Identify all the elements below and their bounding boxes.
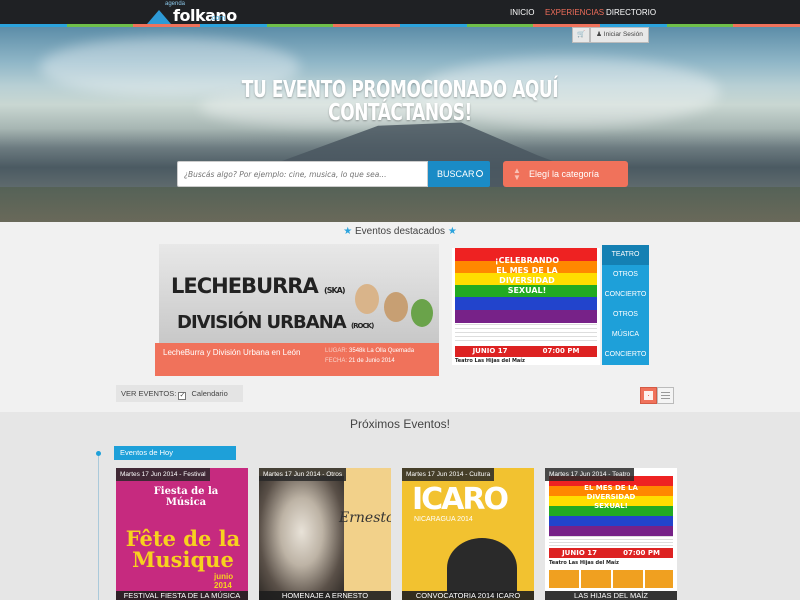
list-view-toggle[interactable] (657, 387, 674, 404)
hero-title-line2: CONTÁCTANOS! (328, 100, 472, 126)
card-name: HOMENAJE A ERNESTO (259, 591, 391, 600)
side-poster-title: ¡CELEBRANDO EL MES DE LA DIVERSIDAD SEXU… (494, 256, 560, 295)
card-name: LAS HIJAS DEL MAÍZ (545, 591, 677, 600)
place-label: LUGAR: (325, 348, 348, 354)
featured-heading: ★ Eventos destacados ★ (0, 226, 800, 237)
calendar-checkbox[interactable]: ✓ (178, 392, 187, 400)
top-navigation-bar (0, 0, 800, 24)
card-date: Martes 17 Jun 2014 - Otros (259, 468, 347, 481)
today-events-tab[interactable]: Eventos de Hoy (114, 446, 236, 460)
logo-prefix: agenda (165, 1, 186, 7)
view-events-bar: VER EVENTOS: ✓ Calendario (116, 385, 243, 402)
card-poster-sub: junio 2014 (214, 572, 234, 590)
volcano-logo-icon (147, 8, 171, 24)
tag-otros[interactable]: OTROS (602, 305, 649, 325)
card-date: Martes 17 Jun 2014 - Cultura (402, 468, 495, 481)
category-button-label: Elegí la categoría (529, 169, 600, 179)
grid-view-toggle[interactable] (640, 387, 657, 404)
event-card[interactable]: EL MES DE LA DIVERSIDAD SEXUAL! JUNIO 17… (545, 468, 677, 600)
card-name: CONVOCATORIA 2014 ICARO (402, 591, 534, 600)
star-icon: ★ (447, 226, 457, 237)
featured-caption[interactable]: LecheBurra y División Urbana en León LUG… (155, 343, 439, 376)
tag-otros[interactable]: OTROS (602, 265, 649, 285)
card-poster-main: EL MES DE LA DIVERSIDAD SEXUAL! (584, 484, 638, 510)
updown-chevron-icon: ▲ ▼ (513, 166, 521, 182)
view-events-label: VER EVENTOS: (121, 389, 177, 398)
card-poster-main: ICARO (412, 482, 509, 517)
tag-teatro[interactable]: TEATRO (602, 245, 649, 265)
cartoon-figure (355, 284, 379, 314)
featured-side-poster[interactable]: ¡CELEBRANDO EL MES DE LA DIVERSIDAD SEXU… (452, 248, 600, 365)
poster-band2-genre: (ROCK) (350, 322, 374, 330)
search-icon (476, 170, 483, 177)
card-poster-main: Ernesto (339, 510, 391, 526)
search-input[interactable] (178, 162, 427, 187)
timeline-line (98, 453, 99, 600)
featured-heading-text: Eventos destacados (354, 226, 446, 237)
calendar-label: Calendario (191, 389, 228, 398)
card-name: FESTIVAL FIESTA DE LA MÚSICA (116, 591, 248, 600)
hedgehog-illustration (447, 538, 517, 598)
star-icon: ★ (343, 226, 353, 237)
cartoon-figure (384, 292, 408, 322)
card-poster-time: 07:00 PM (623, 549, 660, 557)
upcoming-heading: Próximos Eventos! (349, 417, 451, 431)
card-date: Martes 17 Jun 2014 - Festival (116, 468, 210, 481)
tag-musica[interactable]: MÚSICA (602, 325, 649, 345)
tag-concierto[interactable]: CONCIERTO (602, 285, 649, 305)
login-button[interactable]: ♟ Iniciar Sesión (590, 27, 649, 43)
event-card[interactable]: ICARO NICARAGUA 2014 Martes 17 Jun 2014 … (402, 468, 534, 600)
landscape-ground (0, 187, 800, 222)
date-label: FECHA: (325, 358, 348, 364)
search-field[interactable] (177, 161, 428, 187)
side-poster-time: 07:00 PM (542, 347, 580, 355)
user-icon: ♟ (596, 31, 602, 38)
logo-text: folkano (173, 6, 237, 25)
nav-experiencias[interactable]: EXPERIENCIAS (545, 0, 604, 24)
poster-band2: DIVISIÓN URBANA (177, 312, 347, 333)
event-card[interactable]: Fiesta de la Música Fête de la Musique j… (116, 468, 248, 600)
cart-button[interactable]: 🛒 (572, 27, 590, 43)
card-poster-date: JUNIO 17 (562, 549, 597, 557)
card-date: Martes 17 Jun 2014 - Teatro (545, 468, 635, 481)
portrait-photo (259, 476, 344, 600)
featured-place: 3548k La Olla Quemada (349, 348, 415, 354)
grid-icon (644, 391, 653, 400)
featured-date: 21 de Junio 2014 (348, 358, 395, 364)
card-poster-sub: NICARAGUA 2014 (414, 516, 473, 523)
logo-suffix: .com (210, 15, 226, 22)
card-poster-venue: Teatro Las Hijas del Maíz (549, 560, 619, 566)
side-poster-date: JUNIO 17 (472, 347, 508, 355)
timeline-dot (96, 451, 101, 456)
login-label: Iniciar Sesión (603, 31, 643, 38)
cartoon-figure (411, 299, 433, 327)
event-card[interactable]: Ernesto Martes 17 Jun 2014 - Otros HOMEN… (259, 468, 391, 600)
cart-icon: 🛒 (576, 31, 586, 38)
poster-band1-genre: (SKA) (324, 286, 345, 295)
side-poster-venue: Teatro Las Hijas del Maíz (455, 358, 525, 364)
list-icon (661, 392, 670, 400)
card-poster-main: Fête de la Musique (125, 526, 241, 572)
nav-inicio[interactable]: INICIO (510, 0, 534, 24)
category-select-button[interactable]: ▲ ▼ Elegí la categoría (503, 161, 628, 187)
tag-concierto[interactable]: CONCIERTO (602, 345, 649, 365)
search-button-label: BUSCAR (437, 169, 475, 179)
hero-title-line1: TU EVENTO PROMOCIONADO AQUÍ (241, 77, 559, 103)
card-poster-top: Fiesta de la Música (153, 486, 219, 508)
nav-directorio[interactable]: DIRECTORIO (606, 0, 656, 24)
featured-event-title: LecheBurra y División Urbana en León (163, 348, 301, 357)
search-button[interactable]: BUSCAR (428, 161, 490, 187)
poster-band1: LECHEBURRA (171, 274, 319, 298)
featured-tag-list: TEATRO OTROS CONCIERTO OTROS MÚSICA CONC… (602, 245, 649, 365)
